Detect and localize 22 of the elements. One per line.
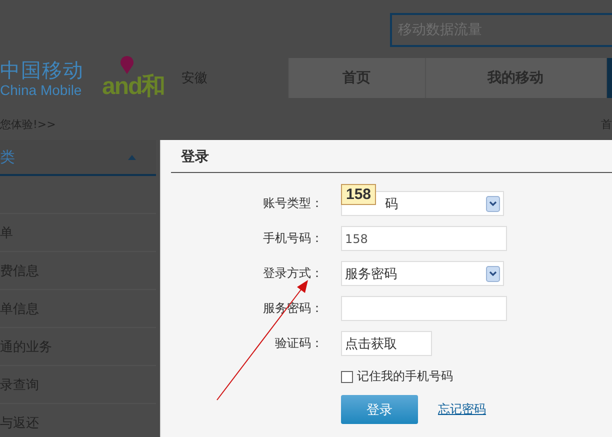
logo-name: 中国移动 — [0, 58, 84, 82]
pin-icon — [120, 56, 134, 74]
input-field[interactable]: 158 — [341, 226, 507, 251]
field-label: 服务密码： — [262, 300, 323, 317]
select-field[interactable]: 服务密码 — [341, 261, 504, 286]
dropdown-icon — [486, 266, 500, 282]
login-button[interactable]: 登录 — [341, 395, 418, 424]
autocomplete-tooltip: 158 — [341, 184, 376, 205]
field-label: 手机号码： — [262, 230, 323, 247]
forgot-password-link[interactable]: 忘记密码 — [438, 401, 486, 418]
logo-english-name: China Mobile — [0, 82, 83, 98]
sidebar-title: 类 — [0, 148, 15, 166]
input-field[interactable] — [341, 296, 507, 321]
captcha-field[interactable]: 点击获取 — [341, 331, 432, 356]
dropdown-icon — [486, 196, 500, 212]
brand-logo: and和 — [102, 74, 165, 100]
field-label: 登录方式： — [262, 265, 323, 282]
field-label: 验证码： — [274, 335, 323, 352]
checkbox-label: 记住我的手机号码 — [357, 368, 453, 385]
dialog-title: 登录 — [171, 140, 612, 173]
field-label: 账号类型： — [262, 195, 323, 212]
checkbox[interactable] — [341, 370, 353, 382]
